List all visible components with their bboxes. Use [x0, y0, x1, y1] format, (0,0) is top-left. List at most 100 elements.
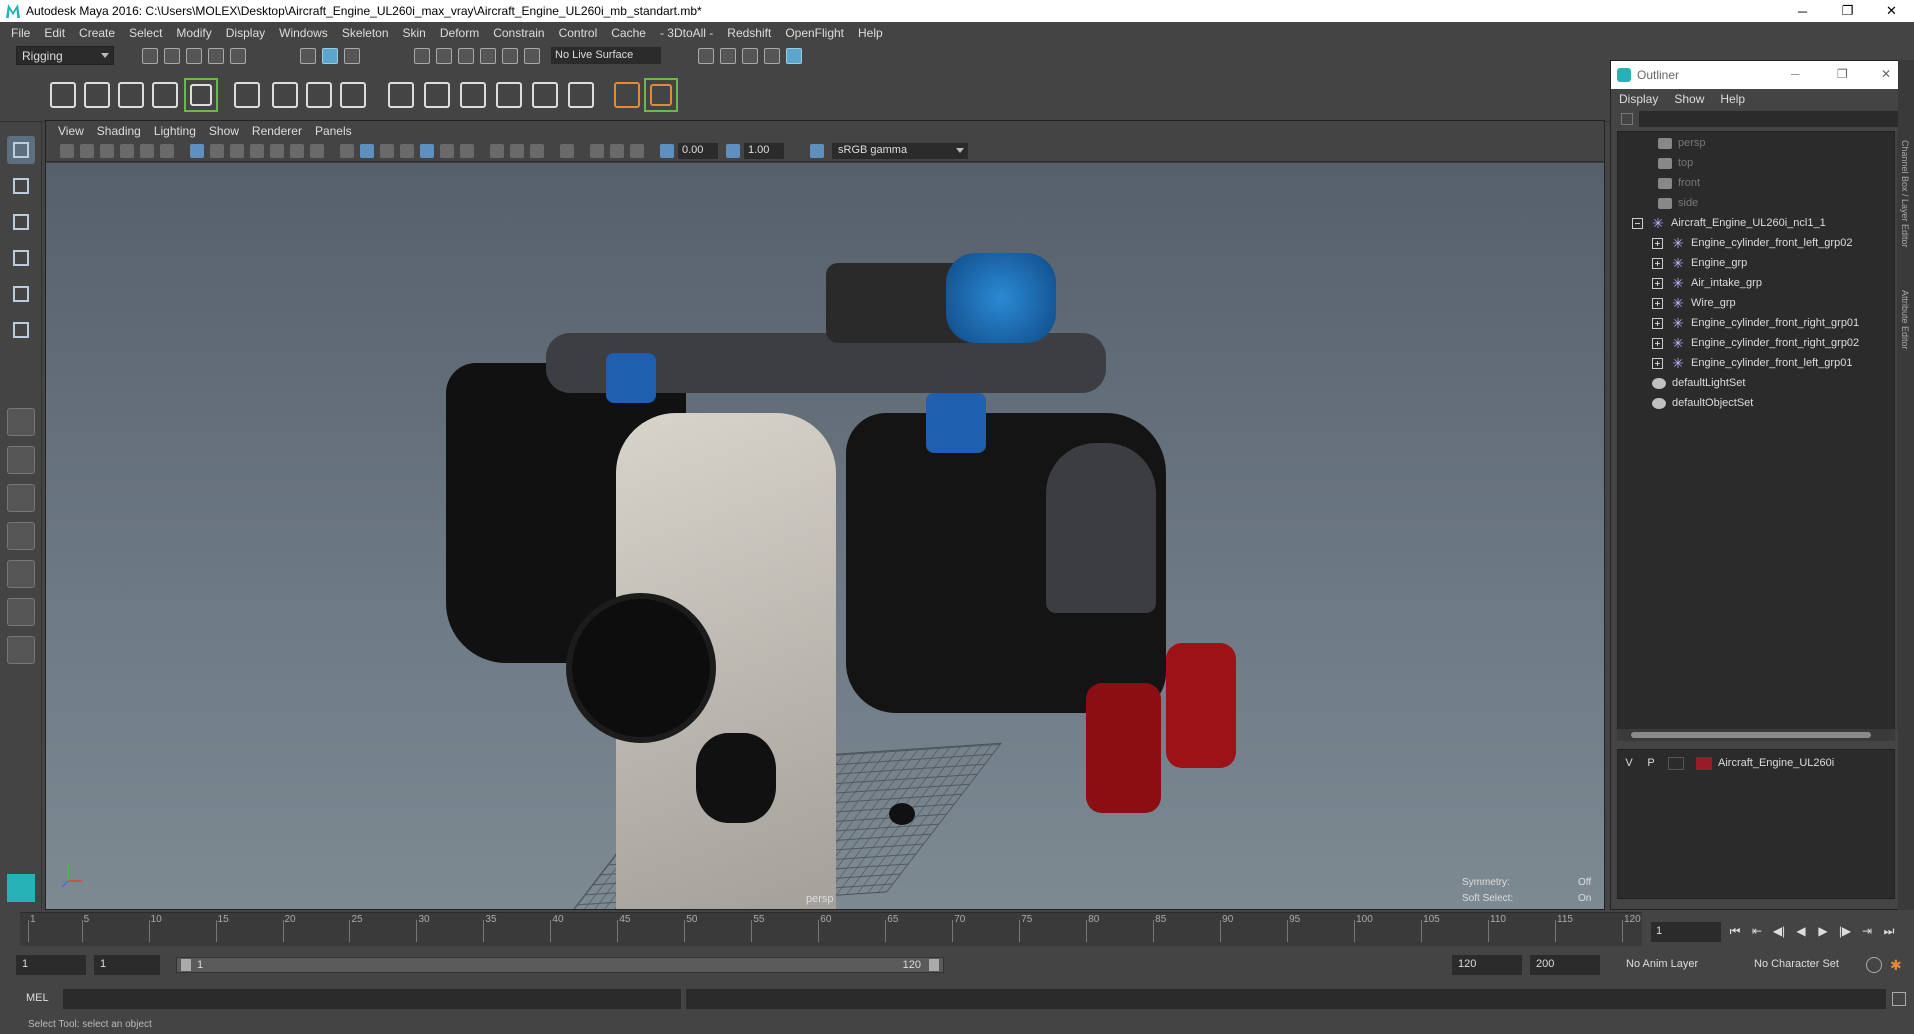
menu-cache[interactable]: Cache [604, 26, 653, 40]
menu-select[interactable]: Select [122, 26, 169, 40]
step-forward-frame-button[interactable]: |▶ [1838, 924, 1852, 938]
scale-tool-icon[interactable] [7, 316, 35, 344]
outliner-minimize-button[interactable]: ─ [1791, 67, 1800, 81]
outliner-layout-icon[interactable] [7, 560, 35, 588]
playback-start-field[interactable]: 1 [94, 955, 160, 975]
bind-skin-icon[interactable] [148, 78, 182, 112]
go-to-start-button[interactable]: ⏮ [1728, 924, 1742, 938]
tree-item-root-group[interactable]: ✳ Aircraft_Engine_UL260i_ncl1_1 [1618, 214, 1894, 232]
expand-icon[interactable] [1652, 277, 1663, 289]
aim-constraint-icon[interactable] [528, 78, 562, 112]
minimize-button[interactable]: ─ [1780, 0, 1825, 22]
tree-item-side[interactable]: side [1618, 194, 1894, 212]
tree-item[interactable]: ✳ Engine_cylinder_front_right_grp01 [1618, 314, 1894, 332]
grid-icon[interactable] [190, 144, 204, 158]
valve-cover-front[interactable] [1086, 683, 1161, 813]
magnet-icon[interactable] [524, 48, 540, 64]
expand-icon[interactable] [1652, 297, 1663, 309]
menu-windows[interactable]: Windows [272, 26, 335, 40]
safe-title-icon[interactable] [310, 144, 324, 158]
tree-item[interactable]: ✳ Engine_cylinder_front_left_grp01 [1618, 354, 1894, 372]
select-object-icon[interactable] [322, 48, 338, 64]
outliner-menu-display[interactable]: Display [1619, 92, 1674, 106]
film-gate-icon[interactable] [210, 144, 224, 158]
tree-item[interactable]: ✳ Air_intake_grp [1618, 274, 1894, 292]
filter-icon[interactable] [1621, 113, 1633, 125]
motion-blur-icon[interactable] [490, 144, 504, 158]
bookmark-icon[interactable] [100, 144, 114, 158]
vp-menu-lighting[interactable]: Lighting [150, 124, 205, 138]
wrap-deformer-icon[interactable] [336, 78, 370, 112]
select-hierarchy-icon[interactable] [300, 48, 316, 64]
locator-icon[interactable] [610, 78, 644, 112]
textured-icon[interactable] [400, 144, 414, 158]
propeller-hub[interactable] [566, 593, 716, 743]
orient-constraint-icon[interactable] [456, 78, 490, 112]
resolution-gate-icon[interactable] [230, 144, 244, 158]
exposure-field[interactable]: 0.00 [678, 143, 718, 159]
script-editor-icon[interactable] [1892, 992, 1906, 1006]
3d-scene-view[interactable]: persp Symmetry: Off Soft Select: On [46, 163, 1604, 909]
oil-filter[interactable] [696, 733, 776, 823]
range-slider[interactable]: 1 120 [176, 957, 944, 973]
vp-menu-view[interactable]: View [54, 124, 93, 138]
menu-redshift[interactable]: Redshift [720, 26, 778, 40]
menu-openflight[interactable]: OpenFlight [778, 26, 851, 40]
play-backwards-button[interactable]: ◀ [1794, 924, 1808, 938]
camera-select-icon[interactable] [60, 144, 74, 158]
safe-action-icon[interactable] [290, 144, 304, 158]
intake-hose-right[interactable] [926, 393, 986, 453]
render-settings-icon[interactable] [764, 48, 780, 64]
script-language-toggle[interactable]: MEL [26, 992, 49, 1004]
layer-color-swatch[interactable] [1696, 756, 1712, 770]
render-frame-icon[interactable] [698, 48, 714, 64]
tree-item[interactable]: ✳ Wire_grp [1618, 294, 1894, 312]
use-all-lights-icon[interactable] [420, 144, 434, 158]
animation-end-field[interactable]: 200 [1530, 955, 1600, 975]
tree-item-top[interactable]: top [1618, 154, 1894, 172]
maya-home-icon[interactable] [7, 874, 35, 902]
snap-point-icon[interactable] [458, 48, 474, 64]
menu-skeleton[interactable]: Skeleton [335, 26, 396, 40]
expand-icon[interactable] [1652, 337, 1663, 349]
close-button[interactable]: ✕ [1869, 0, 1914, 22]
tree-item[interactable]: ✳ Engine_grp [1618, 254, 1894, 272]
valve-cover-rear[interactable] [1166, 643, 1236, 768]
outliner-maximize-button[interactable]: ❐ [1837, 67, 1848, 81]
collapse-icon[interactable] [1632, 217, 1643, 229]
viewport-panel[interactable]: View Shading Lighting Show Renderer Pane… [45, 120, 1605, 910]
paint-weights-icon[interactable] [184, 78, 218, 112]
range-start-handle[interactable] [181, 959, 191, 971]
air-filter[interactable] [946, 253, 1056, 343]
command-input[interactable] [63, 989, 681, 1009]
menu-display[interactable]: Display [219, 26, 272, 40]
ik-spline-icon[interactable] [114, 78, 148, 112]
parent-constraint-icon[interactable] [384, 78, 418, 112]
layer-type-box[interactable] [1668, 756, 1684, 770]
expand-icon[interactable] [1652, 357, 1663, 369]
character-set-dropdown[interactable]: No Character Set [1748, 955, 1868, 975]
snap-view-icon[interactable] [480, 48, 496, 64]
menu-skin[interactable]: Skin [396, 26, 433, 40]
lattice-icon[interactable] [302, 78, 336, 112]
step-forward-key-button[interactable]: ⇥ [1860, 924, 1874, 938]
step-back-key-button[interactable]: ⇤ [1750, 924, 1764, 938]
menu-control[interactable]: Control [552, 26, 605, 40]
tree-item-persp[interactable]: persp [1618, 134, 1894, 152]
outliner-horizontal-scrollbar[interactable] [1617, 729, 1895, 741]
redo-icon[interactable] [230, 48, 246, 64]
tree-item-default-object-set[interactable]: defaultObjectSet [1618, 394, 1894, 412]
select-tool-icon[interactable] [7, 136, 35, 164]
gamma-field[interactable]: 1.00 [744, 143, 784, 159]
view-transform-dropdown[interactable]: sRGB gamma [832, 143, 968, 159]
wireframe-on-shaded-icon[interactable] [380, 144, 394, 158]
scrollbar-thumb[interactable] [1631, 732, 1871, 738]
menu-deform[interactable]: Deform [433, 26, 486, 40]
range-end-handle[interactable] [929, 959, 939, 971]
menu-3dtoall[interactable]: - 3DtoAll - [653, 26, 720, 40]
single-pane-layout-icon[interactable] [7, 408, 35, 436]
undo-icon[interactable] [208, 48, 224, 64]
menu-create[interactable]: Create [72, 26, 122, 40]
go-to-end-button[interactable]: ⏭ [1882, 924, 1896, 938]
tree-item-front[interactable]: front [1618, 174, 1894, 192]
